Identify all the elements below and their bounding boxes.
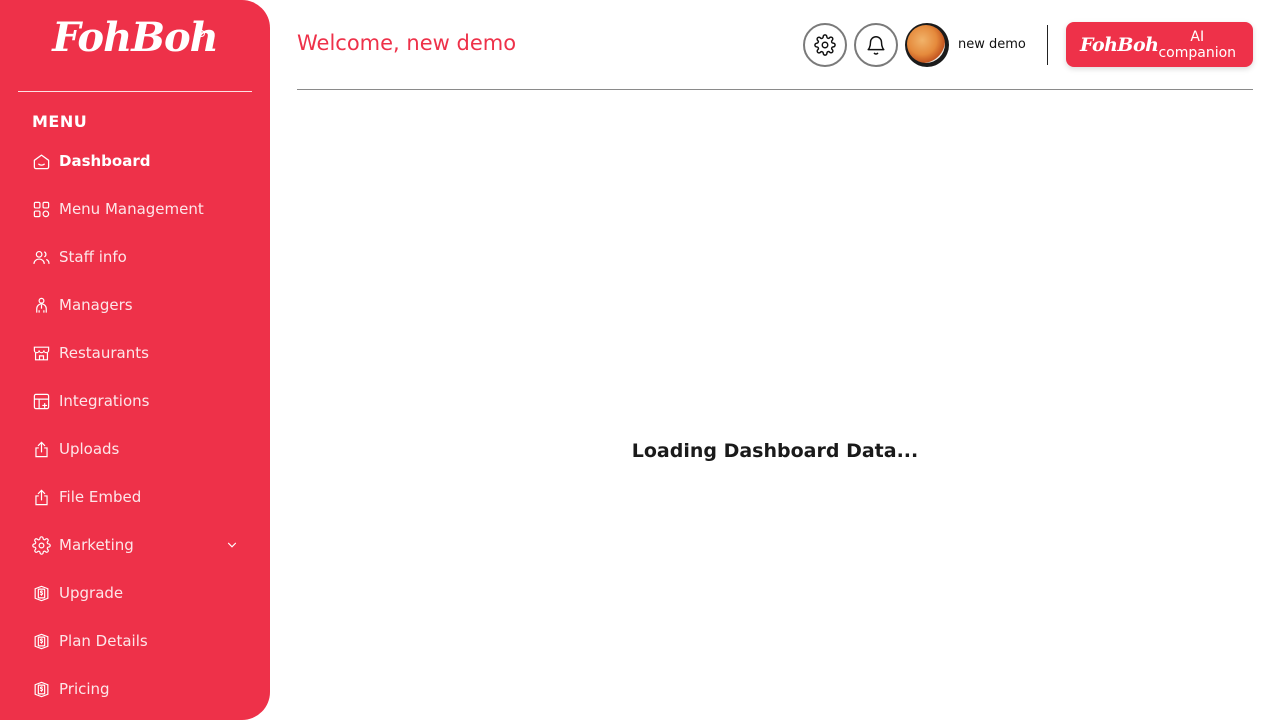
sidebar-item-label: File Embed bbox=[59, 488, 142, 506]
sidebar-item-restaurants[interactable]: Restaurants bbox=[32, 329, 247, 377]
ai-companion-button[interactable]: FohBoh AI companion bbox=[1066, 22, 1253, 67]
sidebar-item-label: Plan Details bbox=[59, 632, 148, 650]
store-icon bbox=[32, 344, 51, 363]
dollar-shield-icon bbox=[32, 632, 51, 651]
dollar-shield-icon bbox=[32, 584, 51, 603]
sidebar-item-label: Marketing bbox=[59, 536, 134, 554]
sidebar-nav: Dashboard Menu Management Staff info Man… bbox=[32, 137, 247, 713]
sidebar-item-plan-details[interactable]: Plan Details bbox=[32, 617, 247, 665]
pizza-image bbox=[907, 25, 945, 63]
loading-message: Loading Dashboard Data... bbox=[631, 440, 919, 462]
manager-icon bbox=[32, 296, 51, 315]
sidebar-item-label: Staff info bbox=[59, 248, 127, 266]
sidebar-item-dashboard[interactable]: Dashboard bbox=[32, 137, 247, 185]
user-name[interactable]: new demo bbox=[958, 37, 1026, 52]
bell-icon bbox=[867, 36, 885, 55]
sidebar-item-label: Menu Management bbox=[59, 200, 204, 218]
menu-heading: MENU bbox=[32, 112, 88, 131]
app-root: FohBoh R MENU Dashboard Menu Management bbox=[0, 0, 1280, 720]
ai-companion-logo: FohBoh bbox=[1080, 33, 1159, 56]
page-title: Welcome, new demo bbox=[297, 31, 517, 55]
sidebar: FohBoh R MENU Dashboard Menu Management bbox=[0, 0, 270, 720]
gear-icon bbox=[32, 535, 51, 555]
dollar-shield-icon bbox=[32, 680, 51, 699]
ai-companion-label-line1: AI bbox=[1190, 28, 1205, 45]
sidebar-item-staff-info[interactable]: Staff info bbox=[32, 233, 247, 281]
sidebar-item-label: Pricing bbox=[59, 680, 110, 698]
header-separator bbox=[297, 89, 1253, 90]
grid-icon bbox=[32, 200, 51, 219]
sidebar-item-file-embed[interactable]: File Embed bbox=[32, 473, 247, 521]
sidebar-item-menu-management[interactable]: Menu Management bbox=[32, 185, 247, 233]
avatar[interactable] bbox=[905, 23, 949, 67]
brand-logo[interactable]: FohBoh R bbox=[0, 14, 270, 74]
upload-icon bbox=[32, 440, 51, 459]
chevron-down-icon[interactable] bbox=[225, 538, 239, 552]
sidebar-item-integrations[interactable]: Integrations bbox=[32, 377, 247, 425]
ai-companion-label: AI companion bbox=[1158, 29, 1236, 61]
table-plus-icon bbox=[32, 392, 51, 411]
sidebar-item-label: Integrations bbox=[59, 392, 150, 410]
settings-button[interactable] bbox=[803, 23, 847, 67]
registered-mark-icon: R bbox=[198, 30, 205, 37]
sidebar-divider bbox=[18, 91, 252, 92]
brand-logo-text: FohBoh bbox=[52, 14, 219, 61]
sidebar-item-label: Managers bbox=[59, 296, 133, 314]
users-icon bbox=[32, 248, 51, 267]
gear-icon bbox=[814, 34, 836, 56]
ai-companion-label-line2: companion bbox=[1158, 44, 1237, 61]
upload-icon bbox=[32, 488, 51, 507]
sidebar-item-managers[interactable]: Managers bbox=[32, 281, 247, 329]
sidebar-item-marketing[interactable]: Marketing bbox=[32, 521, 247, 569]
sidebar-item-label: Restaurants bbox=[59, 344, 149, 362]
notifications-button[interactable] bbox=[854, 23, 898, 67]
sidebar-item-upgrade[interactable]: Upgrade bbox=[32, 569, 247, 617]
sidebar-item-pricing[interactable]: Pricing bbox=[32, 665, 247, 713]
sidebar-item-label: Upgrade bbox=[59, 584, 124, 602]
sidebar-item-label: Uploads bbox=[59, 440, 120, 458]
home-icon bbox=[32, 152, 51, 171]
sidebar-item-uploads[interactable]: Uploads bbox=[32, 425, 247, 473]
header-divider bbox=[1047, 25, 1048, 65]
sidebar-item-label: Dashboard bbox=[59, 152, 151, 170]
